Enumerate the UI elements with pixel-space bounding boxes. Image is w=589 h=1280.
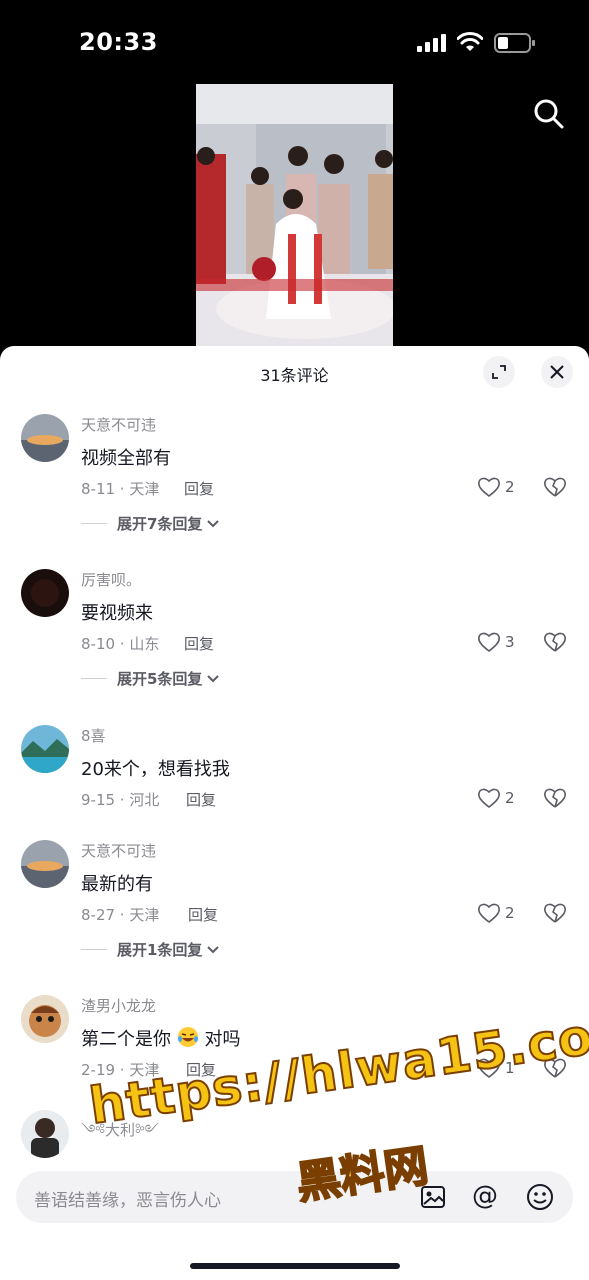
heart-icon [478,903,500,924]
avatar[interactable] [21,995,69,1043]
laughing-crying-emoji-icon [177,1027,198,1047]
heart-icon [478,477,500,498]
comment-sheet: 31条评论 天意不可违 视频全部有 8-11 · 天津 回复 2 展开7条回复 [0,346,589,1280]
expand-replies-button[interactable]: 展开5条回复 [81,668,220,689]
comment-meta: 8-10 · 山东 [81,635,160,653]
broken-heart-icon[interactable] [543,902,567,924]
expand-replies-label: 展开5条回复 [117,670,203,688]
comment-text: 20来个，想看找我 [81,759,230,780]
avatar[interactable] [21,725,69,773]
heart-icon [478,632,500,653]
emoji-icon[interactable] [526,1183,554,1211]
broken-heart-icon[interactable] [543,787,567,809]
comment-text-part: 第二个是你 [81,1029,171,1050]
heart-icon [478,788,500,809]
divider-line [81,949,107,950]
wifi-icon [457,32,483,51]
expand-replies-label: 展开1条回复 [117,941,203,959]
close-button[interactable] [541,356,573,388]
video-area[interactable] [0,84,589,346]
like-button[interactable]: 3 [477,631,515,653]
broken-heart-icon[interactable] [543,476,567,498]
reply-button[interactable]: 回复 [184,633,214,654]
like-button[interactable]: 2 [477,476,515,498]
expand-replies-label: 展开7条回复 [117,515,203,533]
avatar[interactable] [21,1110,69,1158]
expand-button[interactable] [483,356,515,388]
signal-icon [417,34,446,52]
like-button[interactable]: 2 [477,902,515,924]
divider-line [81,678,107,679]
comment-meta: 9-15 · 河北 [81,791,160,809]
like-count: 2 [505,478,515,496]
home-indicator[interactable] [190,1263,400,1269]
status-time: 20:33 [79,28,158,56]
mention-at-icon[interactable]: @ [472,1181,498,1211]
comment-input-placeholder: 善语结善缘，恶言伤人心 [34,1191,221,1211]
comment-text: 要视频来 [81,603,153,624]
battery-icon [494,33,535,53]
chevron-down-icon [207,674,220,682]
status-bar: 20:33 [0,0,589,84]
divider-line [81,523,107,524]
expand-replies-button[interactable]: 展开1条回复 [81,939,220,960]
expand-replies-button[interactable]: 展开7条回复 [81,513,220,534]
comment-text: 最新的有 [81,874,153,895]
comment-text-part: 对吗 [204,1029,241,1050]
reply-button[interactable]: 回复 [188,904,218,925]
comment-username[interactable]: 渣男小龙龙 [81,995,156,1016]
comment-input[interactable]: 善语结善缘，恶言伤人心 @ [16,1171,573,1223]
avatar[interactable] [21,840,69,888]
expand-icon [492,365,506,379]
comment-text: 视频全部有 [81,448,171,469]
comment-username[interactable]: 天意不可违 [81,840,156,861]
comment-username[interactable]: 厉害呗。 [81,569,141,590]
like-count: 3 [505,633,515,651]
reply-button[interactable]: 回复 [186,789,216,810]
comment-meta: 8-27 · 天津 [81,906,160,924]
avatar[interactable] [21,414,69,462]
avatar[interactable] [21,569,69,617]
video-thumbnail[interactable] [196,84,393,346]
comment-username[interactable]: 天意不可违 [81,414,156,435]
comment-meta: 8-11 · 天津 [81,480,160,498]
comment-username[interactable]: 8喜 [81,725,106,746]
reply-button[interactable]: 回复 [184,478,214,499]
chevron-down-icon [207,519,220,527]
search-icon[interactable] [531,96,567,132]
like-button[interactable]: 2 [477,787,515,809]
close-icon [550,365,564,379]
comment-text: 第二个是你 对吗 [81,1025,240,1051]
like-count: 2 [505,789,515,807]
broken-heart-icon[interactable] [543,631,567,653]
chevron-down-icon [207,945,220,953]
like-count: 2 [505,904,515,922]
